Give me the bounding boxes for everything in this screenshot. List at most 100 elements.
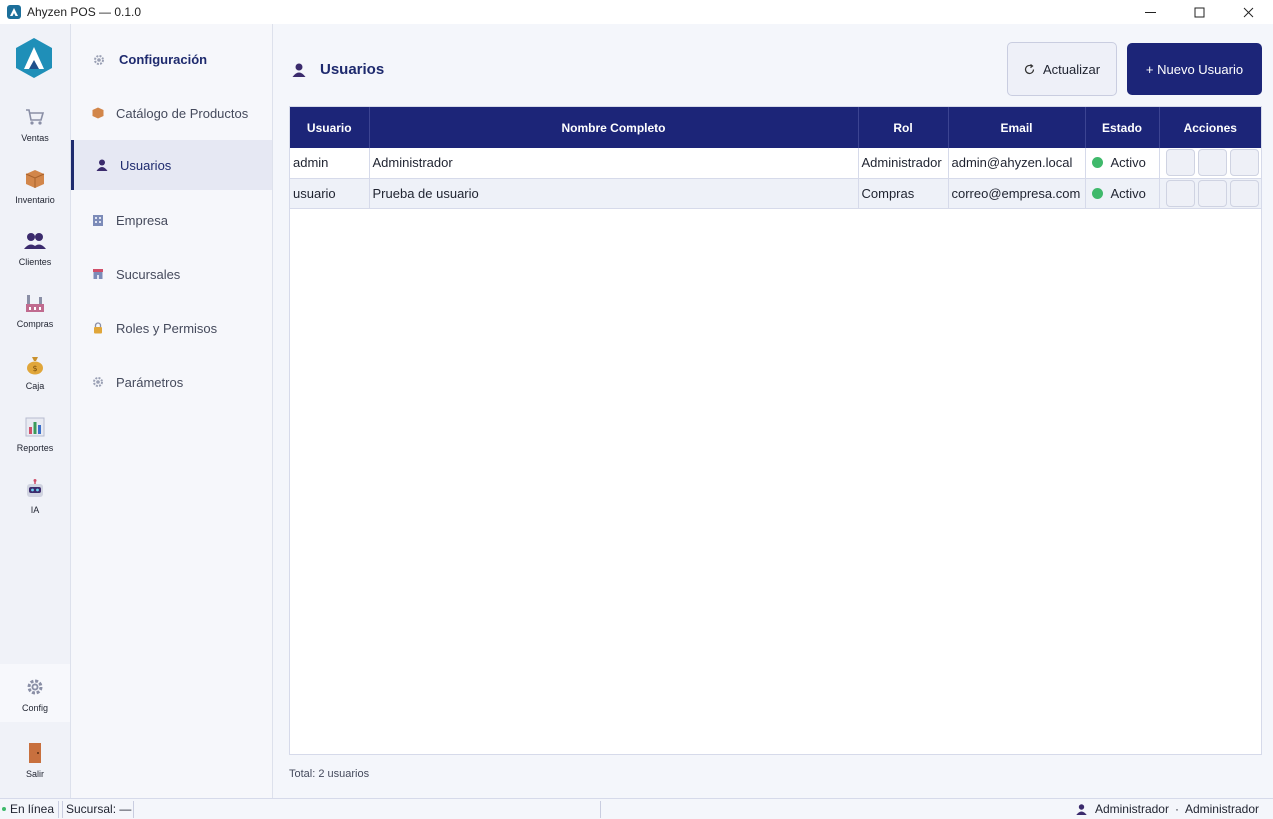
- subnav-label-catalogo: Catálogo de Productos: [116, 105, 249, 121]
- subnav-label-sucursales: Sucursales: [116, 266, 181, 282]
- cell-rol: Compras: [858, 178, 949, 209]
- money-bag-icon: $: [24, 354, 46, 376]
- view-user-button[interactable]: [1165, 179, 1195, 207]
- rail-item-compras[interactable]: Compras: [0, 290, 70, 346]
- status-divider: [133, 801, 134, 818]
- table-row[interactable]: usuario Prueba de usuario Compras correo…: [290, 178, 1261, 209]
- online-dot-icon: [2, 807, 6, 811]
- col-header-rol[interactable]: Rol: [858, 107, 949, 148]
- rail-label-config: Config: [21, 703, 48, 713]
- rail-label-reportes: Reportes: [16, 443, 54, 453]
- current-user-status: Administrador · Administrador: [1076, 802, 1259, 816]
- box-icon: [91, 107, 104, 120]
- connection-status: En línea: [2, 802, 54, 816]
- rail-label-clientes: Clientes: [18, 257, 52, 267]
- cell-usuario: admin: [290, 148, 370, 179]
- rail-label-ventas: Ventas: [21, 133, 49, 143]
- refresh-button[interactable]: Actualizar: [1007, 42, 1117, 96]
- rail-label-caja: Caja: [25, 381, 45, 391]
- col-header-usuario[interactable]: Usuario: [290, 107, 370, 148]
- refresh-button-label: Actualizar: [1042, 61, 1101, 77]
- minimize-button[interactable]: [1126, 0, 1175, 24]
- rail-item-ventas[interactable]: Ventas: [0, 104, 70, 160]
- minimize-icon: [1145, 11, 1156, 13]
- subnav-item-sucursales[interactable]: Sucursales: [71, 249, 272, 299]
- door-icon: [24, 742, 46, 764]
- rail-label-inventario: Inventario: [15, 195, 55, 205]
- rail-item-clientes[interactable]: Clientes: [0, 228, 70, 284]
- gear-icon: [91, 376, 104, 389]
- table-row[interactable]: admin Administrador Administrador admin@…: [290, 148, 1261, 179]
- lock-icon: [91, 322, 104, 335]
- main-rail: Ventas Inventario Clientes Compras $ Caj…: [0, 24, 71, 798]
- edit-user-button[interactable]: [1197, 149, 1227, 177]
- status-text: Activo: [1110, 155, 1146, 171]
- edit-user-button[interactable]: [1197, 179, 1227, 207]
- user-icon: [292, 63, 306, 77]
- rail-item-config[interactable]: Config: [0, 664, 70, 722]
- rail-label-salir: Salir: [25, 769, 44, 779]
- rail-item-caja[interactable]: $ Caja: [0, 352, 70, 408]
- cart-icon: [24, 106, 46, 128]
- new-user-button[interactable]: + Nuevo Usuario: [1127, 43, 1262, 95]
- page-title-text: Usuarios: [320, 61, 385, 78]
- cell-estado: Activo: [1085, 148, 1160, 179]
- user-icon: [1076, 803, 1087, 815]
- subnav-item-parametros[interactable]: Parámetros: [71, 357, 272, 407]
- col-header-estado[interactable]: Estado: [1085, 107, 1160, 148]
- status-bar: En línea Sucursal: — Administrador · Adm…: [0, 798, 1273, 819]
- branch-status: Sucursal: —: [66, 802, 132, 816]
- col-header-email[interactable]: Email: [948, 107, 1086, 148]
- cell-rol: Administrador: [858, 148, 949, 179]
- config-sidebar-header: Configuración: [93, 52, 207, 67]
- users-table-container: Usuario Nombre Completo Rol Email Estado…: [289, 106, 1262, 755]
- cell-usuario: usuario: [290, 178, 370, 209]
- refresh-icon: [1024, 63, 1035, 74]
- gear-icon: [94, 54, 104, 65]
- rail-item-inventario[interactable]: Inventario: [0, 166, 70, 222]
- rail-item-ia[interactable]: IA: [0, 476, 70, 532]
- view-user-button[interactable]: [1165, 149, 1195, 177]
- page-title: Usuarios: [292, 61, 384, 78]
- users-table: Usuario Nombre Completo Rol Email Estado…: [290, 107, 1261, 209]
- col-header-nombre[interactable]: Nombre Completo: [369, 107, 859, 148]
- subnav-label-roles: Roles y Permisos: [116, 320, 218, 336]
- subnav-item-empresa[interactable]: Empresa: [71, 195, 272, 245]
- building-icon: [91, 214, 104, 227]
- rail-item-reportes[interactable]: Reportes: [0, 414, 70, 470]
- svg-text:$: $: [32, 364, 37, 373]
- current-user-name: Administrador: [1184, 802, 1259, 816]
- maximize-icon: [1194, 7, 1205, 17]
- title-bar: Ahyzen POS — 0.1.0: [0, 0, 1273, 24]
- people-icon: [24, 230, 46, 252]
- subnav-item-roles[interactable]: Roles y Permisos: [71, 303, 272, 353]
- maximize-button[interactable]: [1175, 0, 1224, 24]
- table-header-row: Usuario Nombre Completo Rol Email Estado…: [290, 107, 1261, 148]
- box-icon: [24, 168, 46, 190]
- status-active-icon: [1091, 187, 1103, 199]
- config-sidebar: Configuración Catálogo de Productos Usua…: [71, 24, 273, 798]
- rail-label-ia: IA: [30, 505, 40, 515]
- subnav-item-usuarios[interactable]: Usuarios: [71, 140, 272, 190]
- cell-email: correo@empresa.com: [948, 178, 1086, 209]
- cell-nombre: Administrador: [369, 148, 859, 179]
- delete-user-button[interactable]: [1229, 149, 1259, 177]
- robot-icon: [24, 478, 46, 500]
- delete-user-button[interactable]: [1229, 179, 1259, 207]
- current-user-role: Administrador: [1094, 802, 1169, 816]
- factory-icon: [24, 292, 46, 314]
- status-divider: [58, 801, 59, 818]
- ahyzen-logo-icon: [16, 38, 52, 78]
- total-count: Total: 2 usuarios: [289, 768, 370, 780]
- subnav-label-empresa: Empresa: [116, 212, 169, 228]
- subnav-item-catalogo[interactable]: Catálogo de Productos: [71, 88, 272, 138]
- window-title: Ahyzen POS — 0.1.0: [27, 5, 142, 19]
- rail-item-salir[interactable]: Salir: [0, 740, 70, 796]
- status-active-icon: [1091, 157, 1103, 169]
- cell-acciones: [1159, 148, 1261, 179]
- store-icon: [91, 268, 104, 281]
- app-logo-icon: [7, 5, 21, 19]
- cell-nombre: Prueba de usuario: [369, 178, 859, 209]
- close-icon: [1243, 7, 1254, 17]
- close-button[interactable]: [1224, 0, 1273, 24]
